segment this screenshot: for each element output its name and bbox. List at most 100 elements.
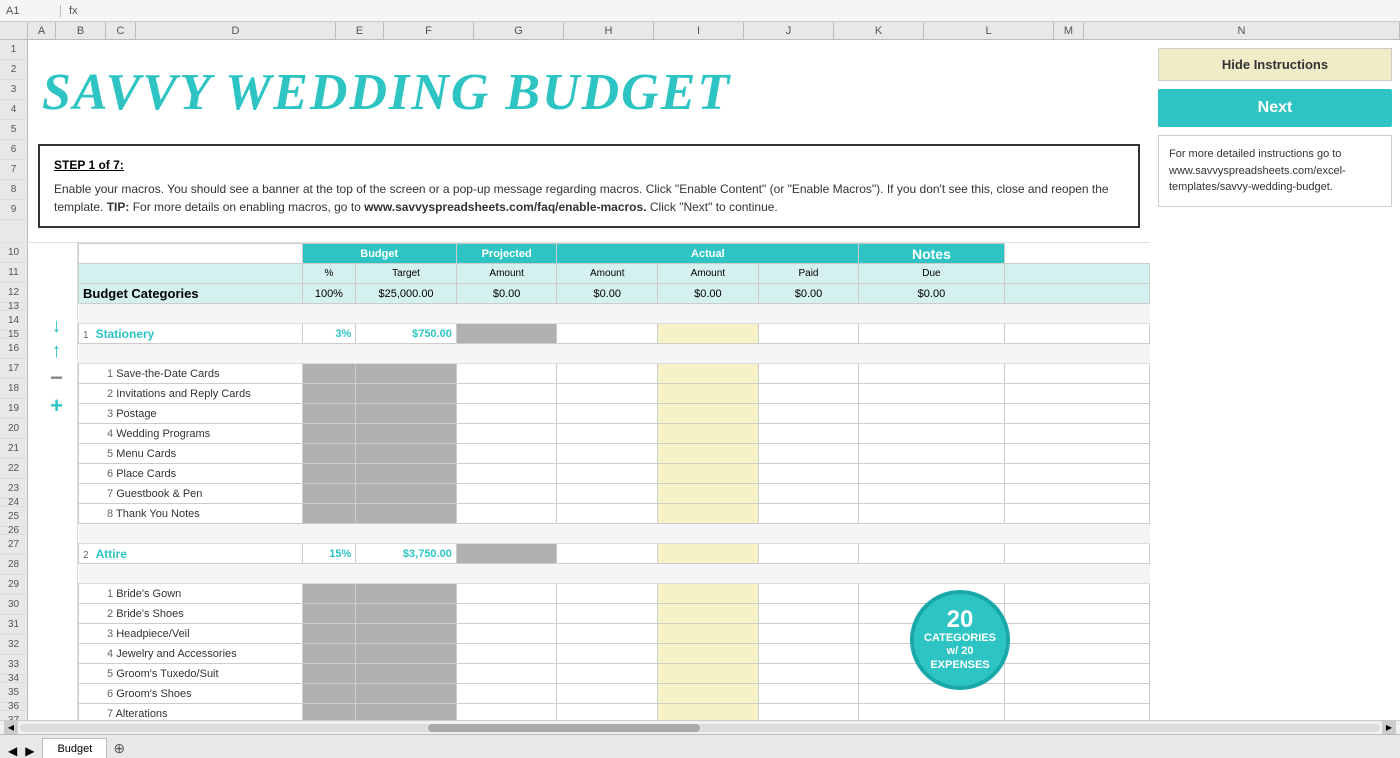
row-8: 8 [0,180,27,200]
row-29: 29 [0,575,27,595]
stationery-budget-amount [456,324,557,344]
row-15: 15 [0,331,27,339]
row-34: 34 [0,675,27,683]
cell-reference: A1 [6,5,61,17]
formula-icon: fx [69,5,78,17]
row-24: 24 [0,499,27,507]
scroll-track[interactable] [20,724,1380,732]
col-header-G: G [474,22,564,39]
stationery-act [658,324,759,344]
item-invitations: 2 Invitations and Reply Cards [79,384,1150,404]
row-33: 33 [0,655,27,675]
budget-categories-label: Budget Categories [79,284,303,304]
col-sub-notes [1004,264,1149,284]
total-pct: 100% [302,284,356,304]
nav-down-arrow[interactable]: ↓ [51,315,61,338]
hide-instructions-button[interactable]: Hide Instructions [1158,48,1392,81]
header-row-main: Budget Projected Actual Notes [79,244,1150,264]
totals-row: Budget Categories 100% $25,000.00 $0.00 … [79,284,1150,304]
item-save-date: 1 Save-the-Date Cards [79,364,1150,384]
nav-up-arrow[interactable]: ↑ [51,340,61,363]
col-header-B: B [56,22,106,39]
row-9: 9 [0,200,27,220]
spacer-row-24 [79,524,1150,544]
row-22: 22 [0,459,27,479]
total-act-amount: $0.00 [658,284,759,304]
projected-group-header: Projected [456,244,557,264]
row-21: 21 [0,439,27,459]
category-attire: 2 Attire 15% $3,750.00 [79,544,1150,564]
row-16: 16 [0,339,27,359]
scroll-thumb[interactable] [428,724,700,732]
item-invitations-label: Invitations and Reply Cards [116,388,251,400]
attire-target: $3,750.00 [356,544,457,564]
spacer-row-13 [79,304,1150,324]
row-11: 11 [0,263,27,283]
stationery-pct: 3% [302,324,356,344]
item-grooms-shoes: 6 Groom's Shoes [79,684,1150,704]
scroll-right-arrow[interactable]: ▶ [1382,721,1396,735]
notes-header: Notes [859,244,1004,264]
category-stationery: 1 Stationery 3% $750.00 [79,324,1150,344]
nav-minus-btn[interactable]: − [50,365,63,391]
column-headers: A B C D E F G H I J K L M N [0,22,1400,40]
stationery-target: $750.00 [356,324,457,344]
attire-label: Attire [96,547,127,561]
row-19: 19 [0,399,27,419]
instructions-text: Enable your macros. You should see a ban… [54,180,1124,216]
col-header-F: F [384,22,474,39]
col-header-N: N [1084,22,1400,39]
col-sub-pct: % [302,264,356,284]
item-programs: 4 Wedding Programs [79,424,1150,444]
tab-scroll-right[interactable]: ▶ [21,744,38,758]
col-header-A: A [28,22,56,39]
item-alterations: 7 Alterations [79,704,1150,721]
col-sub-proj-amount: Amount [557,264,658,284]
row-27: 27 [0,535,27,555]
step-label: STEP 1 of 7: [54,156,1124,174]
col-header-D: D [136,22,336,39]
total-proj-amount: $0.00 [557,284,658,304]
spacer-row-15 [79,344,1150,364]
horizontal-scrollbar[interactable]: ◀ ▶ [0,720,1400,734]
sheet-tabs-bar: ◀ ▶ Budget ⊕ [0,734,1400,758]
row-35: 35 [0,683,27,703]
nav-plus-btn[interactable]: + [50,393,63,419]
item-place-cards: 6 Place Cards [79,464,1150,484]
row-4: 4 [0,100,27,120]
next-button[interactable]: Next [1158,89,1392,127]
tab-scroll-left[interactable]: ◀ [4,744,21,758]
row-12: 12 [0,283,27,303]
item-save-date-label: Save-the-Date Cards [116,368,219,380]
row-14: 14 [0,311,27,331]
spacer-row-26 [79,564,1150,584]
item-menu-cards: 5 Menu Cards [79,444,1150,464]
budget-group-header: Budget [302,244,456,264]
instructions-box: STEP 1 of 7: Enable your macros. You sho… [38,144,1140,228]
scroll-left-arrow[interactable]: ◀ [4,721,18,735]
stationery-num: 1 [83,330,89,341]
row-2: 2 [0,60,27,80]
add-sheet-button[interactable]: ⊕ [107,738,131,758]
row-3: 3 [0,80,27,100]
row-17: 17 [0,359,27,379]
total-notes [1004,284,1149,304]
formula-bar: A1 fx [0,0,1400,22]
col-sub-budget-amount: Amount [456,264,557,284]
col-header-H: H [564,22,654,39]
total-due: $0.00 [859,284,1004,304]
col-sub-paid: Paid [758,264,859,284]
row-30: 30 [0,595,27,615]
row-10: 10 [0,243,27,263]
tab-budget[interactable]: Budget [42,738,107,758]
col-header-I: I [654,22,744,39]
col-sub-target: Target [356,264,457,284]
total-budget-amount: $0.00 [456,284,557,304]
stationery-notes [1004,324,1149,344]
row-20: 20 [0,419,27,439]
row-25: 25 [0,507,27,527]
row-5: 5 [0,120,27,140]
row-6: 6 [0,140,27,160]
more-info-box: For more detailed instructions go to www… [1158,135,1392,207]
col-header-L: L [924,22,1054,39]
